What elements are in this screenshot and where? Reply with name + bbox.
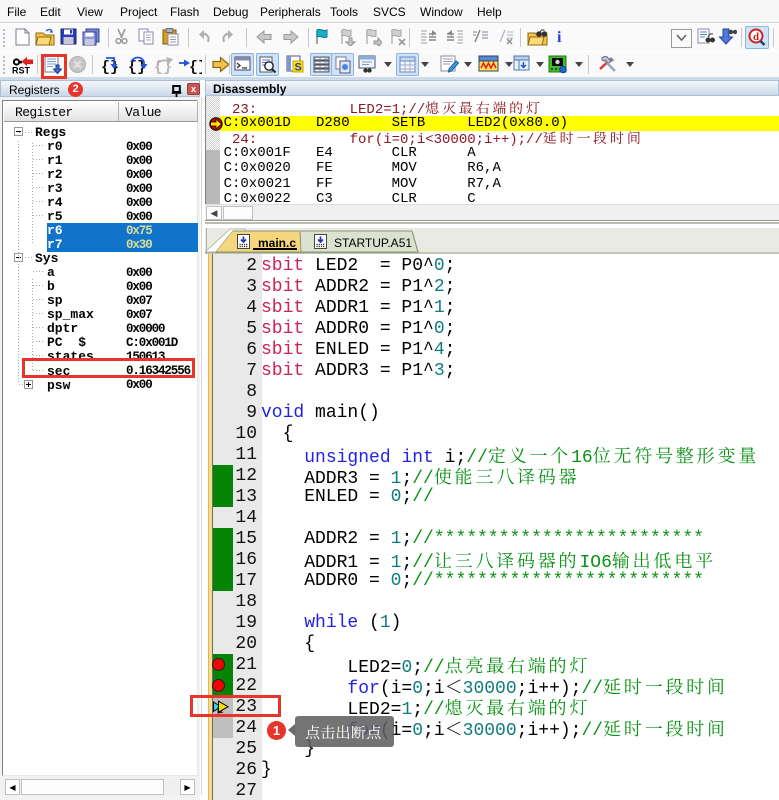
svg-text:{}: {} <box>101 59 119 75</box>
svg-text:d: d <box>753 31 759 43</box>
svg-text:{}: {} <box>189 59 202 75</box>
svg-text:RST: RST <box>12 66 31 76</box>
svg-text:S: S <box>295 62 302 74</box>
